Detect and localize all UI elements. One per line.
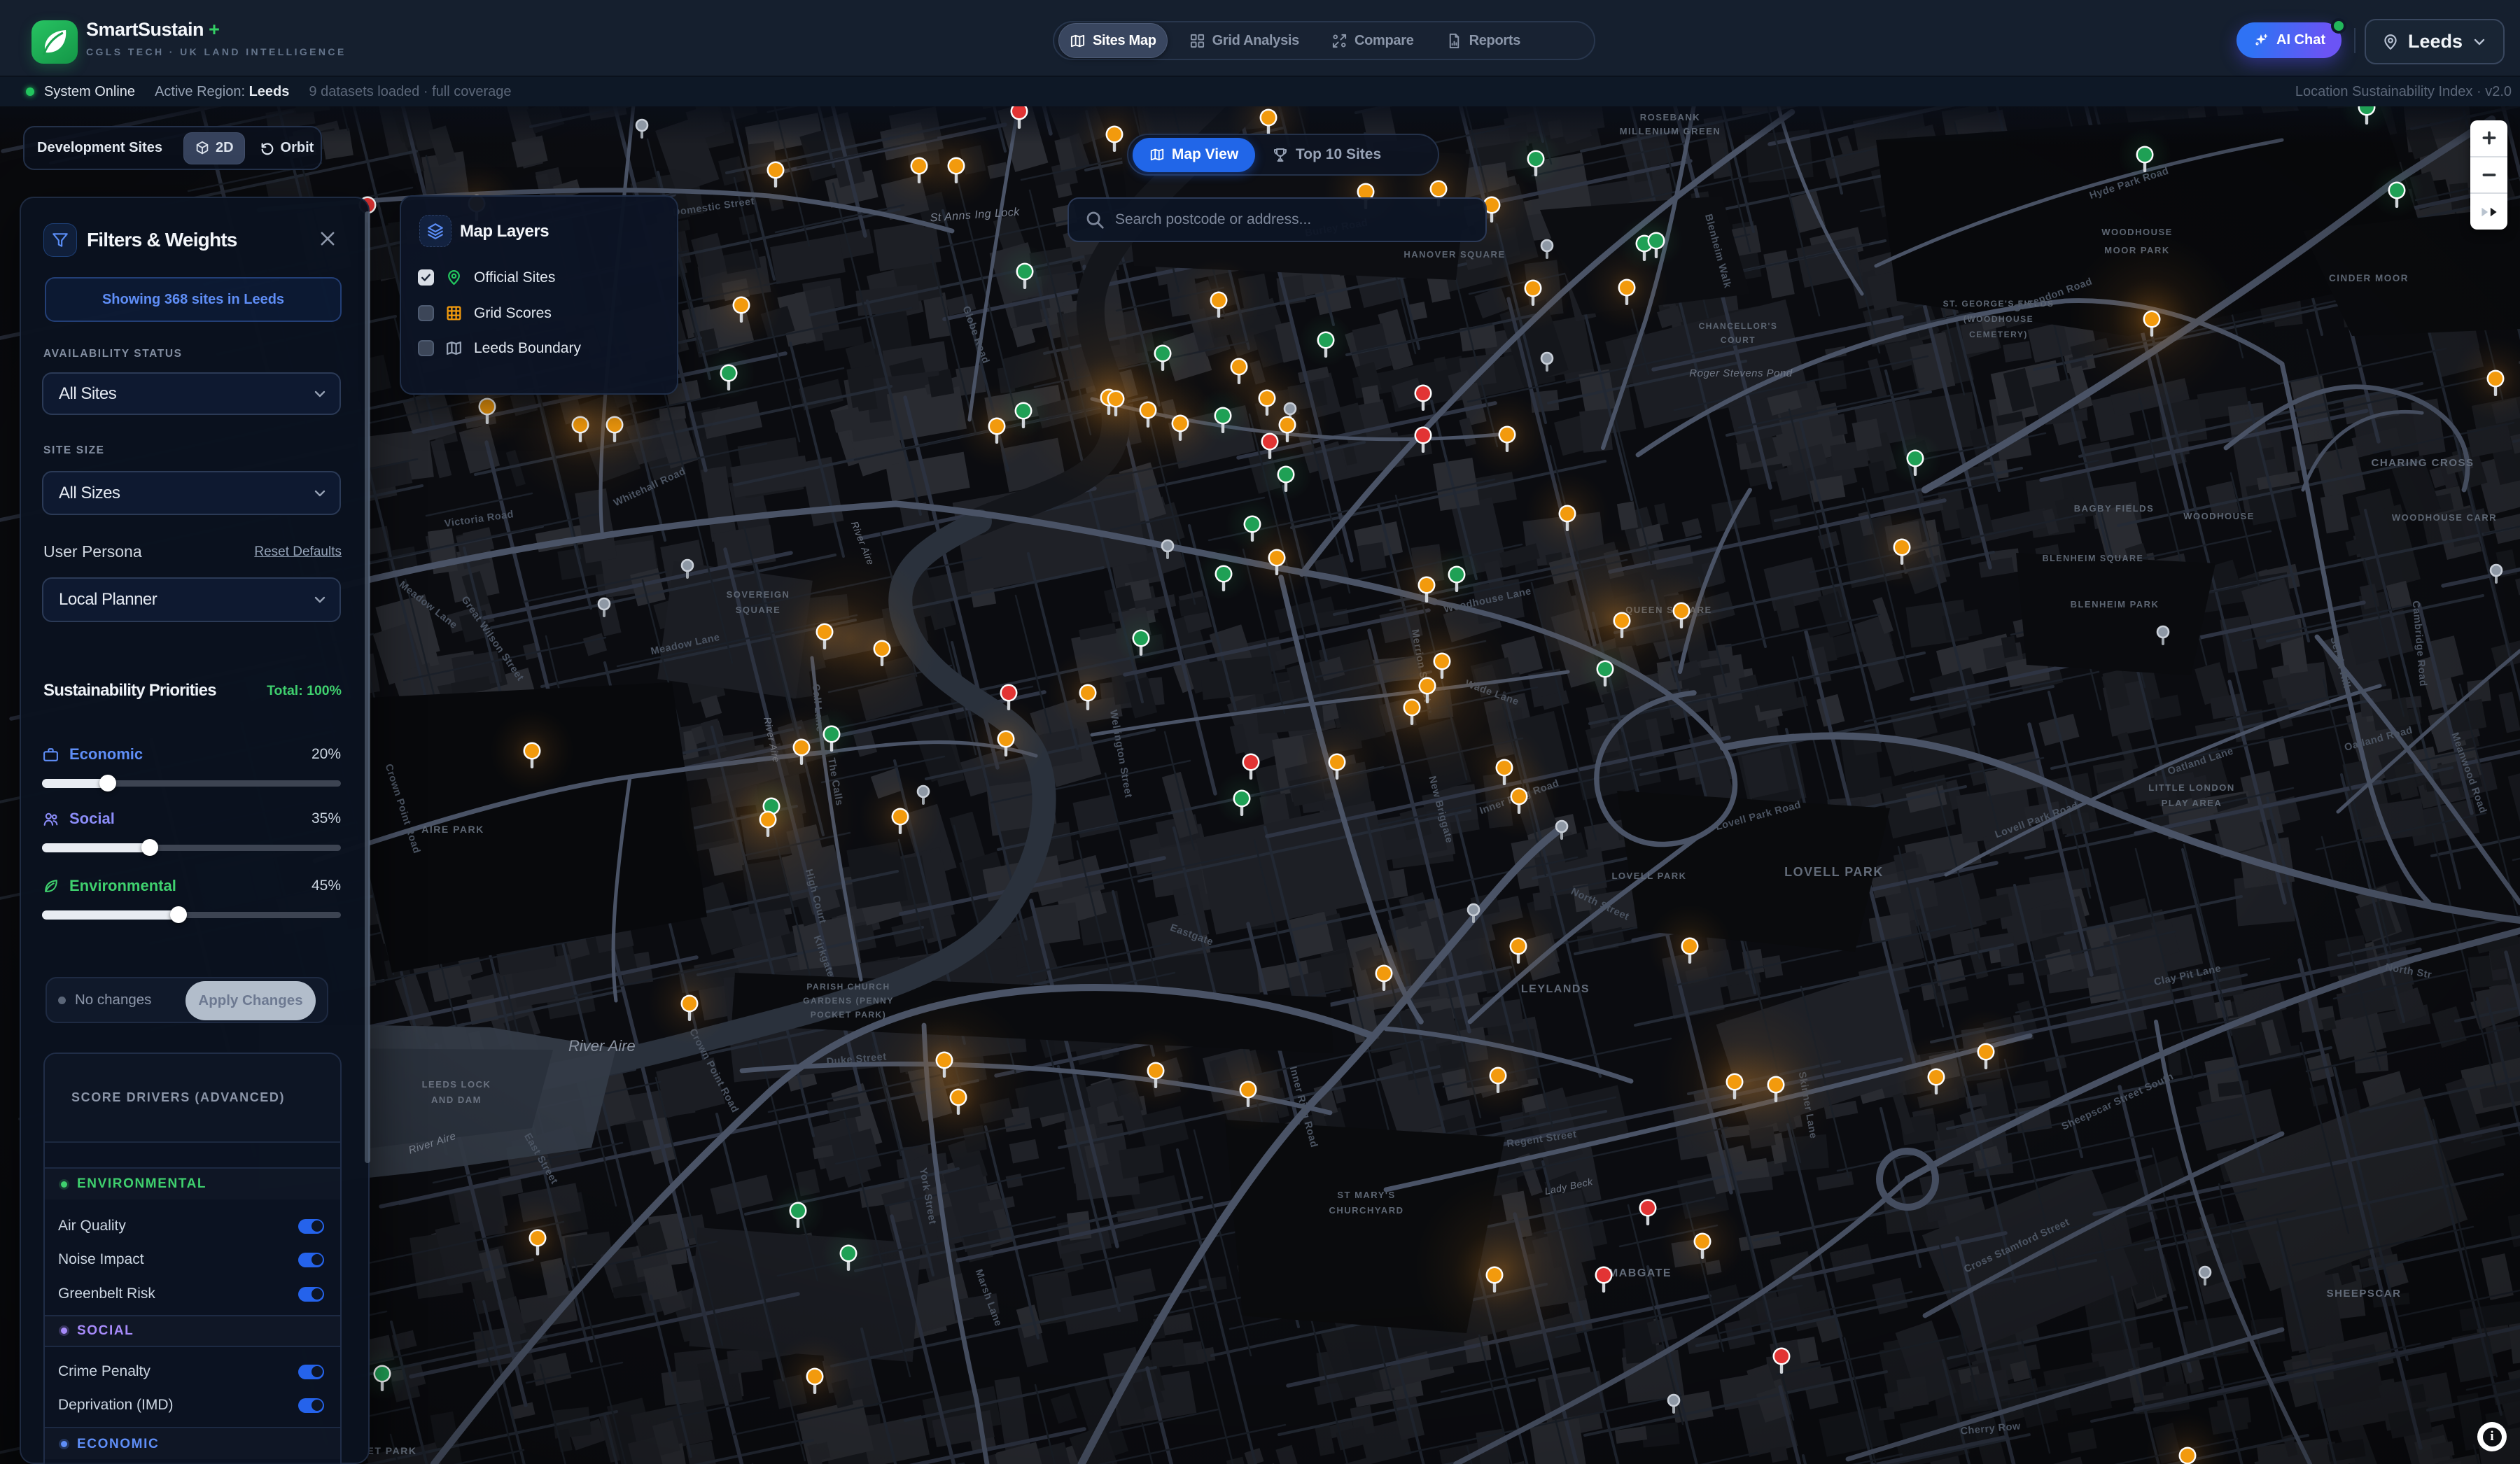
svg-text:PLAY AREA: PLAY AREA [2162,798,2222,808]
svg-text:Roger Stevens Pond: Roger Stevens Pond [1689,367,1793,379]
svg-text:HANOVER SQUARE: HANOVER SQUARE [1404,249,1505,260]
svg-text:CINDER MOOR: CINDER MOOR [2329,273,2409,283]
svg-text:WOODHOUSE: WOODHOUSE [2101,227,2173,237]
svg-text:CEMETERY): CEMETERY) [1969,330,2028,339]
svg-text:BLENHEIM SQUARE: BLENHEIM SQUARE [2043,554,2144,563]
svg-text:MABGATE: MABGATE [1609,1267,1672,1279]
svg-text:CHURCHYARD: CHURCHYARD [1329,1205,1404,1216]
svg-text:WOODHOUSE CARR: WOODHOUSE CARR [2392,512,2497,523]
svg-text:CHANCELLOR'S: CHANCELLOR'S [1699,321,1778,331]
svg-text:AND DAM: AND DAM [431,1095,482,1105]
svg-text:BAGBY FIELDS: BAGBY FIELDS [2074,503,2155,514]
svg-text:ET PARK: ET PARK [368,1445,417,1456]
svg-text:COURT: COURT [1721,335,1756,345]
svg-text:BLENHEIM PARK: BLENHEIM PARK [2071,599,2160,610]
svg-text:PARISH CHURCH: PARISH CHURCH [806,982,890,992]
svg-text:MILLENIUM GREEN: MILLENIUM GREEN [1620,126,1721,136]
svg-text:CHARING CROSS: CHARING CROSS [2371,457,2474,469]
svg-text:ST MARY'S: ST MARY'S [1337,1190,1395,1200]
svg-text:LITTLE LONDON: LITTLE LONDON [2148,782,2235,793]
svg-text:LOVELL PARK: LOVELL PARK [1784,865,1884,879]
svg-text:ROSEBANK: ROSEBANK [1640,112,1700,122]
svg-text:LEEDS LOCK: LEEDS LOCK [422,1079,491,1090]
svg-text:WOODHOUSE: WOODHOUSE [2183,511,2255,521]
svg-text:POCKET PARK): POCKET PARK) [811,1010,886,1020]
svg-text:LOVELL PARK: LOVELL PARK [1611,871,1686,881]
svg-text:AIRE PARK: AIRE PARK [421,824,484,835]
svg-text:(WOODHOUSE: (WOODHOUSE [1963,314,2033,324]
svg-text:SHEEPSCAR: SHEEPSCAR [2327,1288,2402,1300]
svg-text:GARDENS (PENNY: GARDENS (PENNY [803,996,894,1006]
